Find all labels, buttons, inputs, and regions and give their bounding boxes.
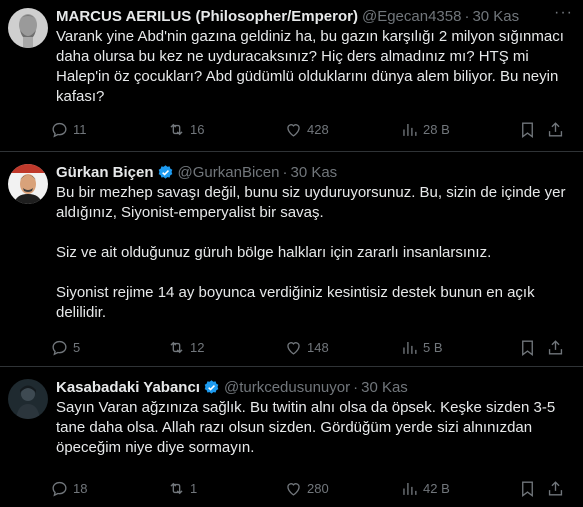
tweet[interactable]: Gürkan Biçen @GurkanBicen · 30 Kas Bu bi… bbox=[0, 152, 583, 367]
author-handle[interactable]: @GurkanBicen bbox=[178, 164, 280, 181]
like-icon bbox=[287, 483, 300, 496]
like-count: 428 bbox=[307, 122, 329, 137]
author-name[interactable]: Gürkan Biçen bbox=[56, 164, 154, 181]
reply-button[interactable]: 18 bbox=[50, 479, 167, 498]
tweet-actions: 11 16 428 28 B bbox=[50, 120, 573, 139]
reply-count: 11 bbox=[73, 122, 87, 137]
retweet-button[interactable]: 16 bbox=[167, 120, 284, 139]
tweet-feed: MARCUS AERILUS (Philosopher/Emperor) @Eg… bbox=[0, 0, 583, 507]
tweet-actions: 5 12 148 5 B bbox=[50, 338, 573, 357]
retweet-icon bbox=[170, 482, 183, 495]
verified-badge-icon bbox=[204, 379, 219, 394]
reply-icon bbox=[52, 340, 67, 356]
like-button[interactable]: 280 bbox=[284, 479, 400, 498]
author-handle[interactable]: @Egecan4358 bbox=[362, 8, 461, 25]
views-button[interactable]: 42 B bbox=[400, 479, 518, 498]
more-icon[interactable]: ··· bbox=[554, 4, 573, 22]
tweet-text: Bu bir mezhep savaşı değil, bunu siz uyd… bbox=[56, 184, 566, 321]
retweet-icon bbox=[170, 341, 183, 354]
share-icon bbox=[548, 122, 563, 137]
like-count: 280 bbox=[307, 481, 329, 496]
tweet-time[interactable]: 30 Kas bbox=[290, 164, 337, 181]
author-name[interactable]: MARCUS AERILUS (Philosopher/Emperor) bbox=[56, 8, 358, 25]
share-button[interactable] bbox=[546, 338, 565, 357]
tweet[interactable]: Kasabadaki Yabancı @turkcedusunuyor · 30… bbox=[0, 367, 583, 507]
avatar[interactable] bbox=[8, 164, 48, 204]
tweet[interactable]: MARCUS AERILUS (Philosopher/Emperor) @Eg… bbox=[0, 0, 583, 152]
author-handle[interactable]: @turkcedusunuyor bbox=[224, 379, 350, 396]
separator-dot: · bbox=[464, 7, 470, 25]
views-button[interactable]: 28 B bbox=[400, 120, 518, 139]
bookmark-icon bbox=[522, 340, 533, 356]
author-name[interactable]: Kasabadaki Yabancı bbox=[56, 379, 200, 396]
like-icon bbox=[287, 342, 300, 355]
share-button[interactable] bbox=[546, 120, 565, 139]
bookmark-icon bbox=[522, 122, 533, 138]
retweet-count: 16 bbox=[190, 122, 205, 137]
tweet-time[interactable]: 30 Kas bbox=[361, 379, 408, 396]
tweet-time[interactable]: 30 Kas bbox=[472, 8, 519, 25]
avatar[interactable] bbox=[8, 8, 48, 48]
retweet-button[interactable]: 12 bbox=[167, 338, 284, 357]
reply-button[interactable]: 5 bbox=[50, 338, 167, 357]
like-icon bbox=[287, 124, 300, 137]
views-count: 5 B bbox=[423, 340, 443, 355]
retweet-count: 1 bbox=[190, 481, 198, 496]
like-count: 148 bbox=[307, 340, 329, 355]
views-count: 28 B bbox=[423, 122, 450, 137]
avatar[interactable] bbox=[8, 379, 48, 419]
retweet-icon bbox=[170, 123, 183, 136]
share-button[interactable] bbox=[546, 479, 565, 498]
verified-badge-icon bbox=[158, 164, 172, 179]
views-icon bbox=[403, 482, 417, 495]
separator-dot: · bbox=[282, 163, 288, 181]
views-icon bbox=[403, 123, 417, 136]
reply-icon bbox=[52, 122, 67, 138]
bookmark-button[interactable] bbox=[518, 338, 546, 357]
share-icon bbox=[548, 340, 563, 355]
like-button[interactable]: 148 bbox=[284, 338, 400, 357]
views-icon bbox=[403, 341, 417, 354]
tweet-text: Varank yine Abd'nin gazına geldiniz ha, … bbox=[56, 28, 564, 105]
reply-icon bbox=[52, 481, 67, 497]
views-button[interactable]: 5 B bbox=[400, 338, 518, 357]
views-count: 42 B bbox=[423, 481, 450, 496]
tweet-text: Sayın Varan ağzınıza sağlık. Bu twitin a… bbox=[56, 399, 556, 456]
separator-dot: · bbox=[353, 378, 359, 396]
bookmark-icon bbox=[522, 481, 533, 497]
retweet-button[interactable]: 1 bbox=[167, 479, 284, 498]
bookmark-button[interactable] bbox=[518, 479, 546, 498]
reply-button[interactable]: 11 bbox=[50, 120, 167, 139]
like-button[interactable]: 428 bbox=[284, 120, 400, 139]
bookmark-button[interactable] bbox=[518, 120, 546, 139]
retweet-count: 12 bbox=[190, 340, 205, 355]
tweet-actions: 18 1 280 42 B bbox=[50, 479, 573, 498]
reply-count: 18 bbox=[73, 481, 88, 496]
share-icon bbox=[548, 481, 563, 496]
reply-count: 5 bbox=[73, 340, 81, 355]
